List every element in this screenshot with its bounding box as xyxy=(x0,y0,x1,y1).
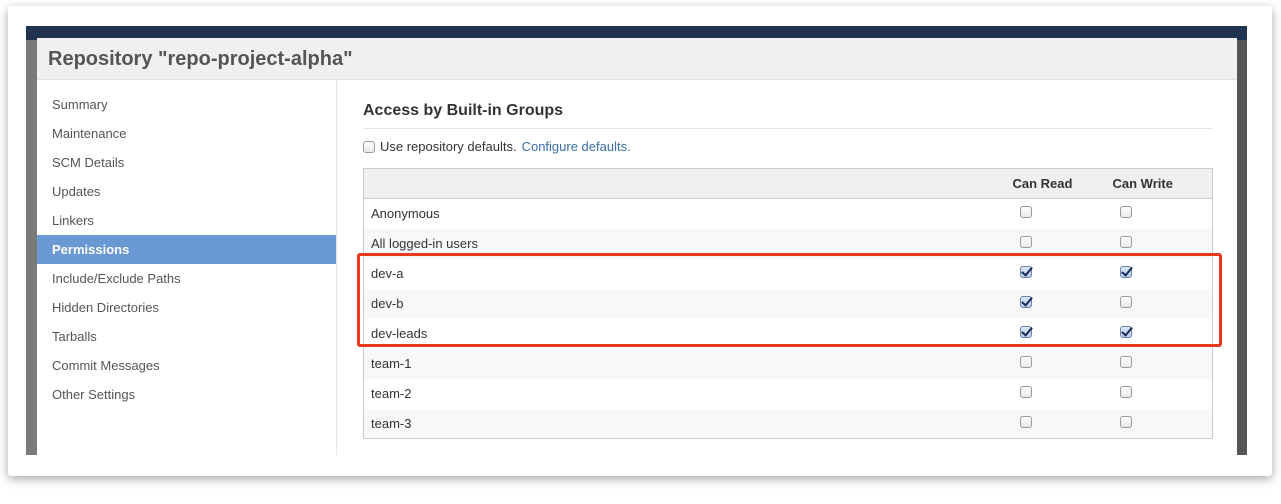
table-row: team-2 xyxy=(364,379,1213,409)
can-write-cell xyxy=(1113,379,1213,409)
sidebar-item-scm-details[interactable]: SCM Details xyxy=(37,148,336,177)
can-write-cell xyxy=(1113,199,1213,229)
can-read-checkbox[interactable] xyxy=(1019,386,1032,398)
can-read-checkbox[interactable] xyxy=(1019,356,1032,368)
repository-dialog: Repository "repo-project-alpha" Summary M… xyxy=(37,38,1237,455)
can-write-checkbox[interactable] xyxy=(1119,356,1132,368)
section-heading: Access by Built-in Groups xyxy=(363,102,1213,129)
sidebar-item-other-settings[interactable]: Other Settings xyxy=(37,380,336,409)
dialog-title: Repository "repo-project-alpha" xyxy=(48,48,353,70)
table-row: team-1 xyxy=(363,348,1213,379)
column-header-group xyxy=(363,168,1013,199)
sidebar-item-summary[interactable]: Summary xyxy=(37,90,336,119)
group-name: team-2 xyxy=(371,386,412,401)
can-read-cell xyxy=(1012,348,1113,379)
sidebar-item-commit-messages[interactable]: Commit Messages xyxy=(37,351,336,380)
sidebar-item-include-exclude-paths[interactable]: Include/Exclude Paths xyxy=(37,264,336,293)
table-row: team-3 xyxy=(363,408,1213,439)
sidebar-item-hidden-directories[interactable]: Hidden Directories xyxy=(37,293,336,322)
group-name: team-1 xyxy=(363,348,1013,379)
can-read-cell xyxy=(1013,199,1113,229)
app-background: Repository "repo-project-alpha" Summary M… xyxy=(26,26,1247,455)
can-write-cell xyxy=(1112,348,1213,379)
highlight-annotation xyxy=(357,253,1222,347)
can-write-checkbox[interactable] xyxy=(1119,206,1132,219)
settings-sidebar: Summary Maintenance SCM Details Updates Link… xyxy=(37,80,337,455)
background-overlay xyxy=(1237,40,1247,455)
sidebar-item-maintenance[interactable]: Maintenance xyxy=(37,119,336,148)
column-header-can-write: Can Write xyxy=(1112,168,1213,199)
sidebar-item-linkers[interactable]: Linkers xyxy=(37,206,336,235)
can-write-checkbox[interactable] xyxy=(1119,236,1132,248)
can-read-cell xyxy=(1012,408,1113,439)
dialog-header: Repository "repo-project-alpha" xyxy=(37,38,1237,80)
use-defaults-row: Use repository defaults. Configure defau… xyxy=(363,139,1213,154)
sidebar-item-permissions[interactable]: Permissions xyxy=(37,235,336,264)
can-read-checkbox[interactable] xyxy=(1019,206,1032,219)
group-name: Anonymous xyxy=(371,206,440,222)
sidebar-item-tarballs[interactable]: Tarballs xyxy=(37,322,336,351)
column-header-can-read: Can Read xyxy=(1012,168,1113,199)
can-read-cell xyxy=(1013,379,1113,409)
can-write-checkbox[interactable] xyxy=(1119,386,1132,398)
group-name: team-3 xyxy=(363,408,1013,439)
use-defaults-label: Use repository defaults. xyxy=(380,139,517,154)
can-write-cell xyxy=(1112,408,1213,439)
table-row: Anonymous xyxy=(364,199,1213,229)
configure-defaults-link[interactable]: Configure defaults. xyxy=(522,139,631,154)
sidebar-item-updates[interactable]: Updates xyxy=(37,177,336,206)
table-header: Can Read Can Write xyxy=(363,168,1213,199)
use-defaults-checkbox[interactable] xyxy=(363,140,375,153)
can-read-checkbox[interactable] xyxy=(1019,415,1032,428)
can-read-checkbox[interactable] xyxy=(1019,236,1032,248)
can-write-checkbox[interactable] xyxy=(1119,415,1132,428)
